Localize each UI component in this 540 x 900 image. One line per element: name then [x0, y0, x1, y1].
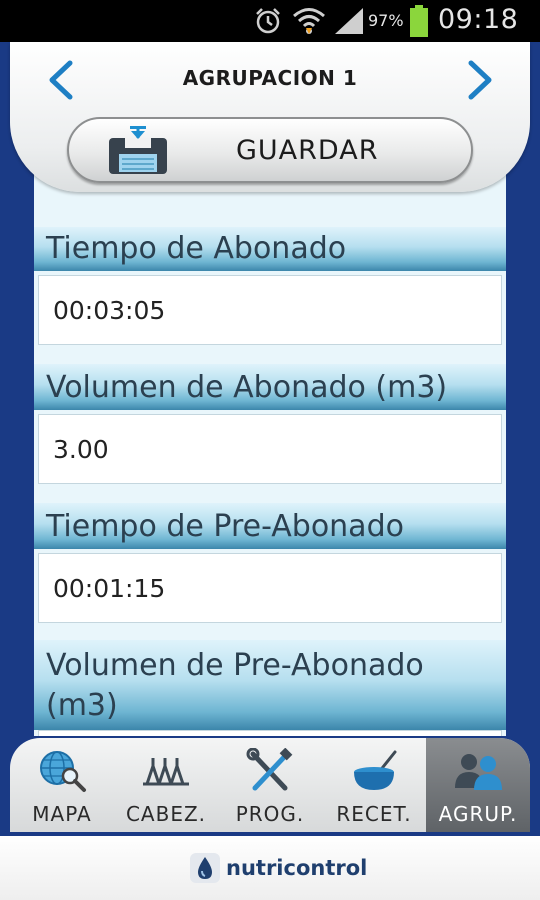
tiempo-abonado-field[interactable]: 00:03:05: [38, 275, 502, 345]
save-label: GUARDAR: [236, 135, 379, 166]
field-value: 3.00: [53, 435, 109, 464]
next-arrow-icon[interactable]: [459, 60, 499, 100]
footer: nutricontrol: [0, 836, 540, 900]
alarm-icon: [256, 8, 280, 34]
tiempo-pre-abonado-field[interactable]: 00:01:15: [38, 553, 502, 623]
tab-label: MAPA: [32, 802, 92, 826]
status-bar: 97% 09:18: [0, 0, 540, 42]
signal-icon: [335, 8, 363, 34]
section-label: Tiempo de Abonado: [46, 231, 347, 266]
globe-search-icon: [40, 751, 86, 792]
tools-icon: [246, 748, 293, 791]
floppy-disk-icon: [109, 126, 167, 174]
clock: 09:18: [438, 4, 519, 35]
volumen-abonado-field[interactable]: 3.00: [38, 414, 502, 484]
wifi-icon: [293, 8, 325, 34]
tab-label: CABEZ.: [125, 802, 207, 826]
bottom-tab-bar: MAPA CABEZ. PROG. RECET. AGRUP.: [10, 738, 530, 832]
tab-agrup[interactable]: AGRUP.: [426, 738, 530, 832]
bowl-icon: [354, 750, 397, 790]
save-button[interactable]: GUARDAR: [67, 117, 473, 183]
field-value: 00:01:15: [53, 574, 166, 603]
section-label: Tiempo de Pre-Abonado: [46, 509, 404, 544]
tab-label: PROG.: [235, 802, 305, 826]
section-header: Tiempo de Pre-Abonado: [34, 503, 506, 549]
tab-mapa[interactable]: MAPA: [10, 738, 114, 832]
tab-label: RECET.: [336, 802, 412, 826]
volumen-pre-abonado-field[interactable]: [38, 730, 502, 736]
tab-label: AGRUP.: [438, 802, 518, 826]
section-label: (m3): [46, 688, 118, 723]
tab-prog[interactable]: PROG.: [218, 738, 322, 832]
section-label: Volumen de Pre-Abonado: [46, 648, 424, 683]
field-value: 00:03:05: [53, 296, 166, 325]
section-header: Volumen de Pre-Abonado (m3): [34, 640, 506, 730]
battery-icon: [410, 5, 428, 37]
page-title: AGRUPACION 1: [182, 66, 358, 90]
valves-icon: [143, 758, 189, 786]
water-drop-logo-icon: [190, 853, 220, 883]
tab-recet[interactable]: RECET.: [322, 738, 426, 832]
brand-name: nutricontrol: [226, 856, 368, 880]
battery-percent: 97%: [368, 11, 404, 30]
header-panel: AGRUPACION 1 GUARDAR: [10, 42, 530, 192]
group-icon: [455, 754, 502, 790]
section-header: Volumen de Abonado (m3): [34, 364, 506, 410]
section-header: Tiempo de Abonado: [34, 227, 506, 271]
settings-list[interactable]: Tiempo de Abonado 00:03:05 Volumen de Ab…: [34, 130, 506, 736]
section-label: Volumen de Abonado (m3): [46, 370, 448, 405]
tab-cabez[interactable]: CABEZ.: [114, 738, 218, 832]
